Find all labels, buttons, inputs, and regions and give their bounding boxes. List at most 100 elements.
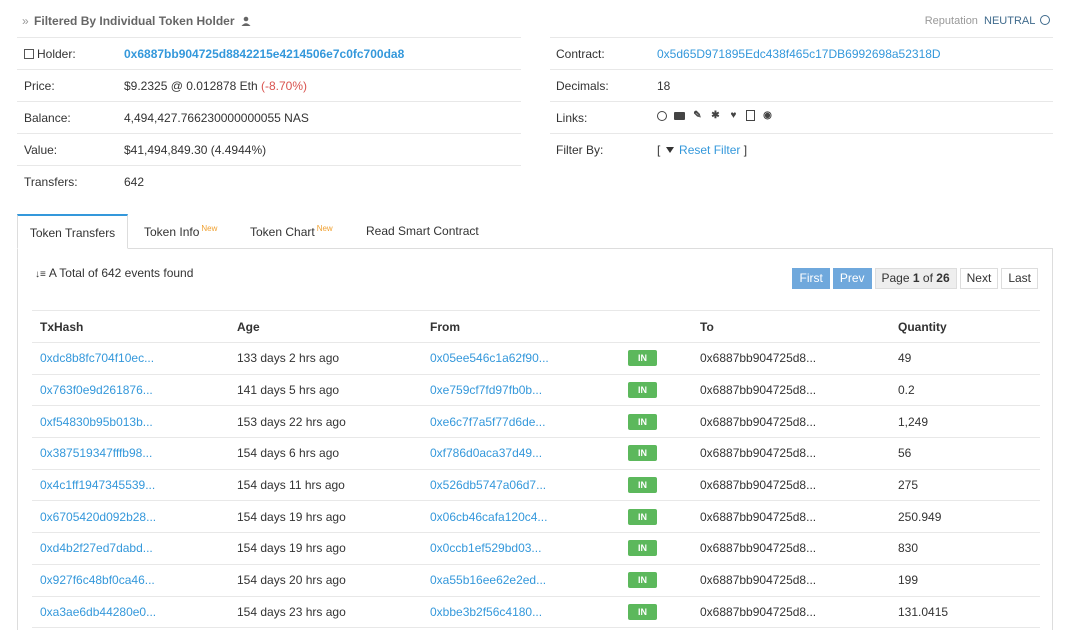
smile-icon [1040,15,1050,25]
transfers-table: TxHash Age From To Quantity 0xdc8b8fc704… [32,310,1040,629]
price-change: (-8.70%) [260,79,307,93]
price-label: Price: [24,79,55,93]
reset-filter-link[interactable]: Reset Filter [679,143,740,157]
edit-icon[interactable]: ✎ [692,110,703,121]
reputation-value[interactable]: NEUTRAL [984,15,1035,27]
txhash-link[interactable]: 0x6705420d092b28... [32,500,229,534]
direction-cell: IN [620,500,692,534]
contract-address[interactable]: 0x5d65D971895Edc438f465c17DB6992698a5231… [657,47,941,61]
direction-cell: IN [620,469,692,502]
col-from: From [422,310,620,343]
top-bar: » Filtered By Individual Token Holder Re… [22,12,1050,32]
value-label: Value: [24,143,58,157]
breadcrumb-text: Filtered By Individual Token Holder [34,14,235,28]
direction-cell: IN [620,342,692,375]
mail-icon[interactable] [674,111,685,120]
from-address-link[interactable]: 0xe759cf7fd97fb0b... [422,374,620,407]
contract-label: Contract: [556,47,605,61]
balance-row: Balance: 4,494,427.766230000000055 NAS [17,101,521,133]
last-page-button[interactable]: Last [1001,268,1038,289]
filter-icon [665,147,674,153]
from-address-link[interactable]: 0x526db5747a06d7... [422,469,620,502]
token-overview-right: Contract: 0x5d65D971895Edc438f465c17DB69… [550,37,1053,165]
pagination: First Prev Page 1 of 26 Next Last [792,268,1038,289]
filter-value: [ Reset Filter ] [657,143,748,157]
new-badge: New [316,224,333,233]
holder-icon [24,49,34,59]
holder-row: Holder: 0x6887bb904725d8842215e4214506e7… [17,37,521,69]
txhash-link[interactable]: 0x763f0e9d261876... [32,374,229,407]
first-page-button[interactable]: First [792,268,830,289]
table-row: 0x927f6c48bf0ca46... 154 days 20 hrs ago 0… [32,564,1040,597]
document-icon[interactable] [746,110,755,121]
txhash-link[interactable]: 0xd4b2f27ed7dabd... [32,532,229,565]
from-address-link[interactable]: 0x06cb46cafa120c4... [422,500,620,534]
holder-label: Holder: [24,47,76,61]
quantity-cell: 49 [890,342,1040,375]
tab-token-transfers[interactable]: Token Transfers [17,214,128,249]
decimals-label: Decimals: [556,79,609,93]
txhash-link[interactable]: 0xa3ae6db44280e0... [32,596,229,629]
from-address-link[interactable]: 0xbbe3b2f56c4180... [422,596,620,629]
in-badge: IN [628,382,657,399]
age-cell: 154 days 11 hrs ago [229,469,422,502]
slack-icon[interactable]: ✱ [710,110,721,121]
direction-cell: IN [620,374,692,407]
breadcrumb-prefix: » [22,14,29,28]
table-row: 0x4c1ff1947345539... 154 days 11 hrs ago 0… [32,469,1040,502]
tab-read-smart-contract[interactable]: Read Smart Contract [366,214,479,249]
age-cell: 154 days 20 hrs ago [229,564,422,597]
price-value: $9.2325 @ 0.012878 Eth (-8.70%) [124,79,307,93]
col-quantity: Quantity [890,310,1040,343]
balance-label: Balance: [24,111,71,125]
quantity-cell: 199 [890,564,1040,597]
reputation-label: Reputation [924,15,978,27]
age-cell: 141 days 5 hrs ago [229,374,422,407]
txhash-link[interactable]: 0x387519347fffb98... [32,437,229,470]
new-badge: New [201,224,218,233]
next-page-button[interactable]: Next [959,268,999,289]
direction-cell: IN [620,437,692,470]
github-icon[interactable]: ◉ [762,110,773,121]
in-badge: IN [628,508,657,525]
to-address: 0x6887bb904725d8... [692,437,890,470]
total-events: ↓≡ A Total of 642 events found [35,266,194,280]
links-row: Links: ✎ ✱ ♥ ◉ [550,101,1053,133]
tab-token-info[interactable]: Token Info New [144,214,217,249]
tab-token-chart[interactable]: Token Chart New [250,214,333,249]
from-address-link[interactable]: 0xe6c7f7a5f77d6de... [422,405,620,439]
quantity-cell: 250.949 [890,500,1040,534]
quantity-cell: 275 [890,469,1040,502]
direction-cell: IN [620,532,692,565]
to-address: 0x6887bb904725d8... [692,532,890,565]
col-to: To [692,310,890,343]
twitter-icon[interactable]: ♥ [728,110,739,121]
balance-value: 4,494,427.766230000000055 NAS [124,111,309,125]
table-row: 0x6705420d092b28... 154 days 19 hrs ago 0x… [32,500,1040,534]
in-badge: IN [628,413,657,430]
col-age: Age [229,310,422,343]
from-address-link[interactable]: 0xa55b16ee62e2ed... [422,564,620,597]
table-row: 0xf54830b95b013b... 153 days 22 hrs ago 0x… [32,405,1040,439]
from-address-link[interactable]: 0x0ccb1ef529bd03... [422,532,620,565]
table-row: 0x387519347fffb98... 154 days 6 hrs ago 0x… [32,437,1040,470]
from-address-link[interactable]: 0x05ee546c1a62f90... [422,342,620,375]
transfers-label: Transfers: [24,175,78,189]
txhash-link[interactable]: 0xdc8b8fc704f10ec... [32,342,229,375]
to-address: 0x6887bb904725d8... [692,596,890,629]
in-badge: IN [628,350,657,367]
holder-address[interactable]: 0x6887bb904725d8842215e4214506e7c0fc700d… [124,47,404,61]
txhash-link[interactable]: 0x4c1ff1947345539... [32,469,229,502]
quantity-cell: 56 [890,437,1040,470]
from-address-link[interactable]: 0xf786d0aca37d49... [422,437,620,470]
price-row: Price: $9.2325 @ 0.012878 Eth (-8.70%) [17,69,521,101]
in-badge: IN [628,540,657,557]
prev-page-button[interactable]: Prev [832,268,872,289]
links-label: Links: [556,111,588,125]
txhash-link[interactable]: 0x927f6c48bf0ca46... [32,564,229,597]
globe-icon[interactable] [657,110,667,121]
decimals-row: Decimals: 18 [550,69,1053,101]
contract-row: Contract: 0x5d65D971895Edc438f465c17DB69… [550,37,1053,69]
txhash-link[interactable]: 0xf54830b95b013b... [32,405,229,439]
in-badge: IN [628,477,657,494]
